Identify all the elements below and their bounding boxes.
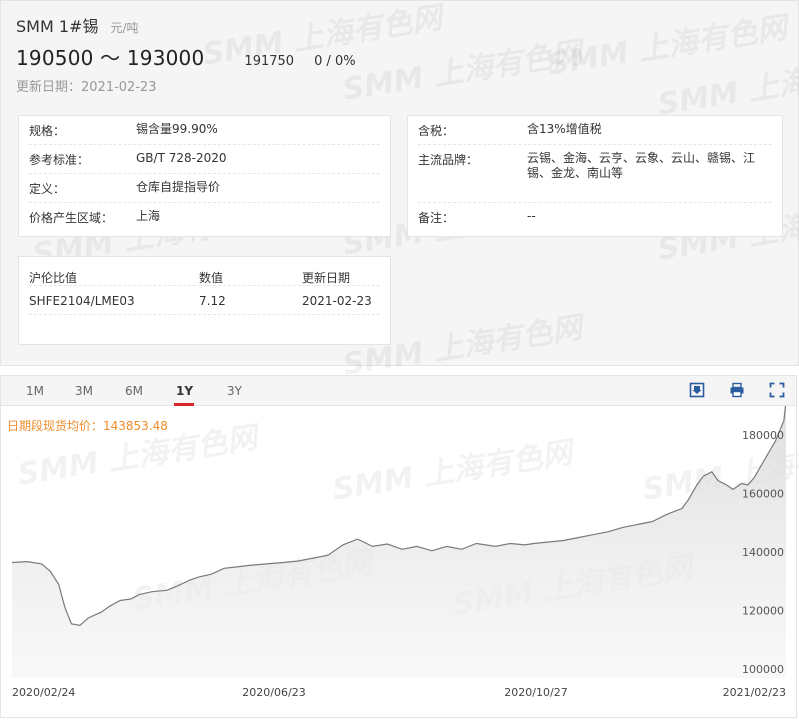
fullscreen-icon[interactable]: [769, 382, 785, 398]
spec-key: 参考标准：: [29, 153, 90, 167]
price-unit: 元/吨: [110, 21, 139, 35]
spec-key: 定义：: [29, 182, 66, 196]
spec-box-right: 含税： 含13%增值税 主流品牌： 云锡、金海、云亨、云象、云山、赣锡、江 锡、…: [407, 115, 783, 237]
update-date-label: 更新日期：: [16, 80, 82, 95]
spec-key: 备注：: [418, 211, 455, 225]
range-tabbar: 1M 3M 6M 1Y 3Y: [1, 376, 796, 406]
tab-1m[interactable]: 1M: [26, 384, 44, 398]
spec-box-left: 规格： 锡含量99.90% 参考标准： GB/T 728-2020 定义： 仓库…: [18, 115, 391, 237]
spec-value: 含13%增值税: [527, 122, 602, 136]
spec-row: 主流品牌： 云锡、金海、云亨、云象、云山、赣锡、江 锡、金龙、南山等: [418, 145, 772, 203]
tab-1y[interactable]: 1Y: [176, 384, 193, 398]
spec-value-line2: 锡、金龙、南山等: [527, 166, 624, 180]
spec-value: --: [527, 209, 536, 223]
product-title: SMM 1#锡: [16, 17, 99, 36]
spec-value: 上海: [136, 209, 161, 223]
spec-row: 价格产生区域： 上海: [29, 203, 380, 232]
watermark: SMM 上海有色网: [545, 10, 790, 83]
tab-6m[interactable]: 6M: [125, 384, 143, 398]
spec-value: GB/T 728-2020: [136, 151, 227, 165]
x-tick-label: 2020/10/27: [504, 686, 567, 699]
price-range: 190500 ～ 193000: [16, 46, 205, 70]
spec-row: 定义： 仓库自提指导价: [29, 174, 380, 203]
spec-row: 参考标准： GB/T 728-2020: [29, 145, 380, 174]
spec-row: 规格： 锡含量99.90%: [29, 116, 380, 145]
divider: [29, 285, 380, 286]
spec-key: 规格：: [29, 124, 66, 138]
spec-key: 含税：: [418, 124, 455, 138]
y-tick-label: 120000: [742, 605, 784, 618]
x-tick-label: 2020/06/23: [242, 686, 305, 699]
x-tick-label: 2020/02/24: [12, 686, 75, 699]
price-chart-panel: 1M 3M 6M 1Y 3Y 日期段现货均价：143853.48 SMM 上海有…: [0, 375, 799, 718]
spec-value: 锡含量99.90%: [136, 122, 218, 136]
x-tick-label: 2021/02/23: [723, 686, 786, 699]
print-icon[interactable]: [729, 382, 745, 398]
tab-3m[interactable]: 3M: [75, 384, 93, 398]
price-chart: 100000 120000 140000 160000 180000 2020/02/2…: [11, 406, 787, 699]
y-tick-label: 160000: [742, 488, 784, 501]
spec-key: 价格产生区域：: [29, 211, 114, 225]
ratio-table: 沪伦比值 数值 更新日期 SHFE2104/LME03 7.12 2021-02…: [18, 256, 391, 345]
ratio-cell: 2021-02-23: [302, 294, 372, 308]
watermark: SMM 上海有色网: [655, 50, 799, 123]
tab-3y[interactable]: 3Y: [227, 384, 242, 398]
y-tick-label: 140000: [742, 546, 784, 559]
ratio-header: 数值: [199, 271, 224, 285]
ratio-cell: 7.12: [199, 294, 226, 308]
spec-value: 仓库自提指导价: [136, 180, 221, 194]
download-image-icon[interactable]: [689, 382, 705, 398]
y-tick-label: 100000: [742, 663, 784, 676]
spec-value-line1: 云锡、金海、云亨、云象、云山、赣锡、江: [527, 151, 756, 165]
spec-row: 含税： 含13%增值税: [418, 116, 772, 145]
watermark: SMM 上海有色网: [340, 35, 585, 108]
update-date-row: 更新日期：2021-02-23: [16, 76, 157, 95]
divider: [29, 314, 380, 315]
y-tick-label: 180000: [742, 429, 784, 442]
ratio-header: 更新日期: [302, 271, 351, 285]
product-info-panel: SMM 上海有色网 SMM 上海有色网 SMM 上海有色网 SMM 上海有色网 …: [0, 0, 799, 383]
price-change: 0 / 0%: [314, 54, 356, 69]
update-date-value: 2021-02-23: [81, 80, 157, 95]
price-area-fill: [12, 406, 786, 678]
ratio-header: 沪伦比值: [29, 271, 78, 285]
ratio-cell: SHFE2104/LME03: [29, 294, 135, 308]
spec-row: 备注： --: [418, 203, 772, 232]
average-price: 191750: [244, 54, 295, 69]
spec-key: 主流品牌：: [418, 153, 479, 167]
